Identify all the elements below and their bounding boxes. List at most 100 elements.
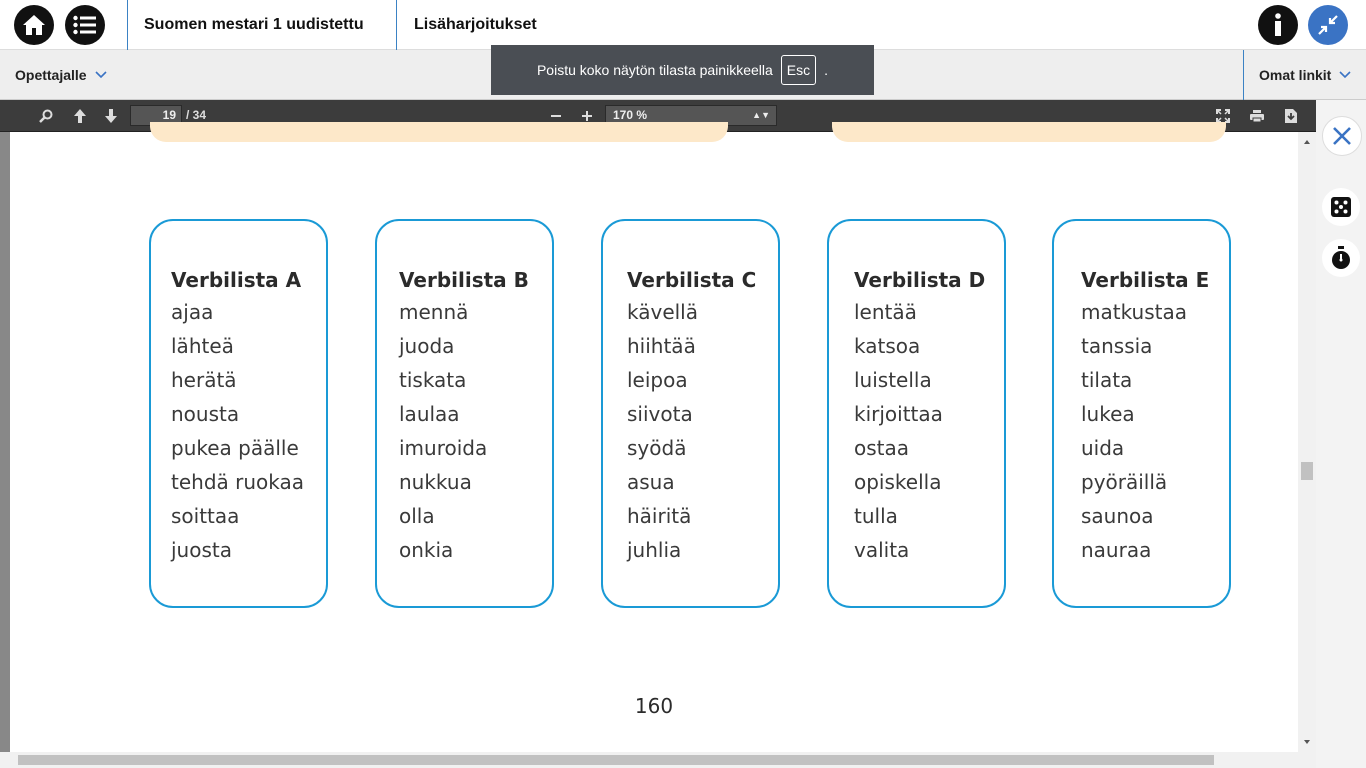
verb-item: nousta <box>171 402 240 426</box>
verb-item: uida <box>1081 436 1125 460</box>
verb-list-title: Verbilista A <box>171 268 302 292</box>
document-viewer[interactable]: Verbilista A ajaa lähteä herätä nousta p… <box>0 122 1316 768</box>
verb-item: soittaa <box>171 504 240 528</box>
divider <box>396 0 397 50</box>
close-icon <box>1333 127 1351 145</box>
verb-item: onkia <box>399 538 454 562</box>
fullscreen-icon <box>1216 109 1230 123</box>
verb-item: luistella <box>854 368 932 392</box>
verb-item: tulla <box>854 504 898 528</box>
verb-item: juoda <box>399 334 455 358</box>
verb-item: laulaa <box>399 402 460 426</box>
exit-fullscreen-button[interactable] <box>1308 5 1348 45</box>
verb-list-title: Verbilista E <box>1081 268 1210 292</box>
dice-icon <box>1331 197 1351 217</box>
verb-item: leipoa <box>627 368 688 392</box>
top-bar: Suomen mestari 1 uudistettu Lisäharjoitu… <box>0 0 1366 50</box>
teacher-menu[interactable]: Opettajalle <box>15 50 107 100</box>
print-button[interactable] <box>1247 106 1267 126</box>
verb-item: tehdä ruokaa <box>171 470 305 494</box>
verb-list-card: Verbilista B mennä juoda tiskata laulaa … <box>375 219 554 608</box>
find-button[interactable] <box>36 106 56 126</box>
close-button[interactable] <box>1322 116 1362 156</box>
download-button[interactable] <box>1281 106 1301 126</box>
page-number: 160 <box>634 694 674 718</box>
info-icon <box>1275 13 1281 36</box>
verb-item: pukea päälle <box>171 436 299 460</box>
verb-list-title: Verbilista B <box>399 268 529 292</box>
scroll-down-icon[interactable] <box>1298 734 1316 750</box>
verb-item: ostaa <box>854 436 910 460</box>
verb-list-card: Verbilista D lentää katsoa luistella kir… <box>827 219 1006 608</box>
chevron-down-icon <box>95 71 107 79</box>
search-icon <box>39 109 53 123</box>
verb-item: ajaa <box>171 300 214 324</box>
verb-item: pyöräillä <box>1081 470 1168 494</box>
decorative-box <box>150 122 728 142</box>
home-button[interactable] <box>14 5 54 45</box>
verb-list-card: Verbilista E matkustaa tanssia tilata lu… <box>1052 219 1231 608</box>
decorative-box <box>832 122 1226 142</box>
verb-item: juhlia <box>627 538 682 562</box>
verb-item: tiskata <box>399 368 467 392</box>
dice-button[interactable] <box>1322 188 1360 226</box>
verb-list-title: Verbilista D <box>854 268 986 292</box>
verb-item: lähteä <box>171 334 234 358</box>
verb-item: matkustaa <box>1081 300 1187 324</box>
verb-item: siivota <box>627 402 693 426</box>
arrow-up-icon <box>74 109 86 123</box>
pdf-page: Verbilista A ajaa lähteä herätä nousta p… <box>10 122 1298 752</box>
verb-item: nukkua <box>399 470 472 494</box>
verb-item: valita <box>854 538 910 562</box>
vertical-scrollbar[interactable] <box>1298 132 1316 752</box>
vertical-scroll-thumb[interactable] <box>1301 462 1313 480</box>
previous-page-button[interactable] <box>70 106 90 126</box>
esc-key-badge: Esc <box>780 55 817 85</box>
fullscreen-exit-notice: Poistu koko näytön tilasta painikkeella … <box>491 45 874 95</box>
minus-icon <box>551 115 561 117</box>
verb-item: lentää <box>854 300 917 324</box>
verb-item: kirjoittaa <box>854 402 943 426</box>
own-links-label: Omat linkit <box>1259 67 1332 83</box>
verb-list-card: Verbilista C kävellä hiihtää leipoa siiv… <box>601 219 780 608</box>
print-icon <box>1250 110 1264 123</box>
timer-button[interactable] <box>1322 239 1360 277</box>
verb-item: herätä <box>171 368 237 392</box>
verb-item: tilata <box>1081 368 1133 392</box>
next-page-button[interactable] <box>101 106 121 126</box>
verb-item: opiskella <box>854 470 942 494</box>
verb-item: syödä <box>627 436 687 460</box>
verb-item: kävellä <box>627 300 698 324</box>
verb-item: katsoa <box>854 334 921 358</box>
exit-fullscreen-icon <box>1318 15 1338 35</box>
chevron-down-icon <box>1339 71 1351 79</box>
verb-list-title: Verbilista C <box>627 268 757 292</box>
verb-item: hiihtää <box>627 334 696 358</box>
verb-item: häiritä <box>627 504 692 528</box>
menu-button[interactable] <box>65 5 105 45</box>
verb-item: imuroida <box>399 436 488 460</box>
download-icon <box>1285 109 1297 123</box>
horizontal-scroll-thumb[interactable] <box>18 755 1214 765</box>
verb-item: juosta <box>171 538 232 562</box>
stopwatch-icon <box>1332 246 1350 269</box>
plus-icon <box>582 111 592 121</box>
book-title[interactable]: Suomen mestari 1 uudistettu <box>144 0 364 50</box>
verb-item: asua <box>627 470 675 494</box>
section-title[interactable]: Lisäharjoitukset <box>414 0 537 50</box>
scroll-up-icon[interactable] <box>1298 134 1316 150</box>
verb-item: nauraa <box>1081 538 1152 562</box>
page-total: / 34 <box>186 108 207 122</box>
notice-suffix: . <box>824 62 829 78</box>
divider <box>1243 50 1244 100</box>
teacher-menu-label: Opettajalle <box>15 67 87 83</box>
verb-item: lukea <box>1081 402 1135 426</box>
verb-item: mennä <box>399 300 469 324</box>
zoom-value: 170 % <box>613 108 648 122</box>
verb-item: olla <box>399 504 435 528</box>
menu-icon <box>73 15 96 35</box>
select-arrows-icon: ▲▼ <box>752 110 770 120</box>
info-button[interactable] <box>1258 5 1298 45</box>
own-links-menu[interactable]: Omat linkit <box>1259 50 1351 100</box>
arrow-down-icon <box>105 109 117 123</box>
